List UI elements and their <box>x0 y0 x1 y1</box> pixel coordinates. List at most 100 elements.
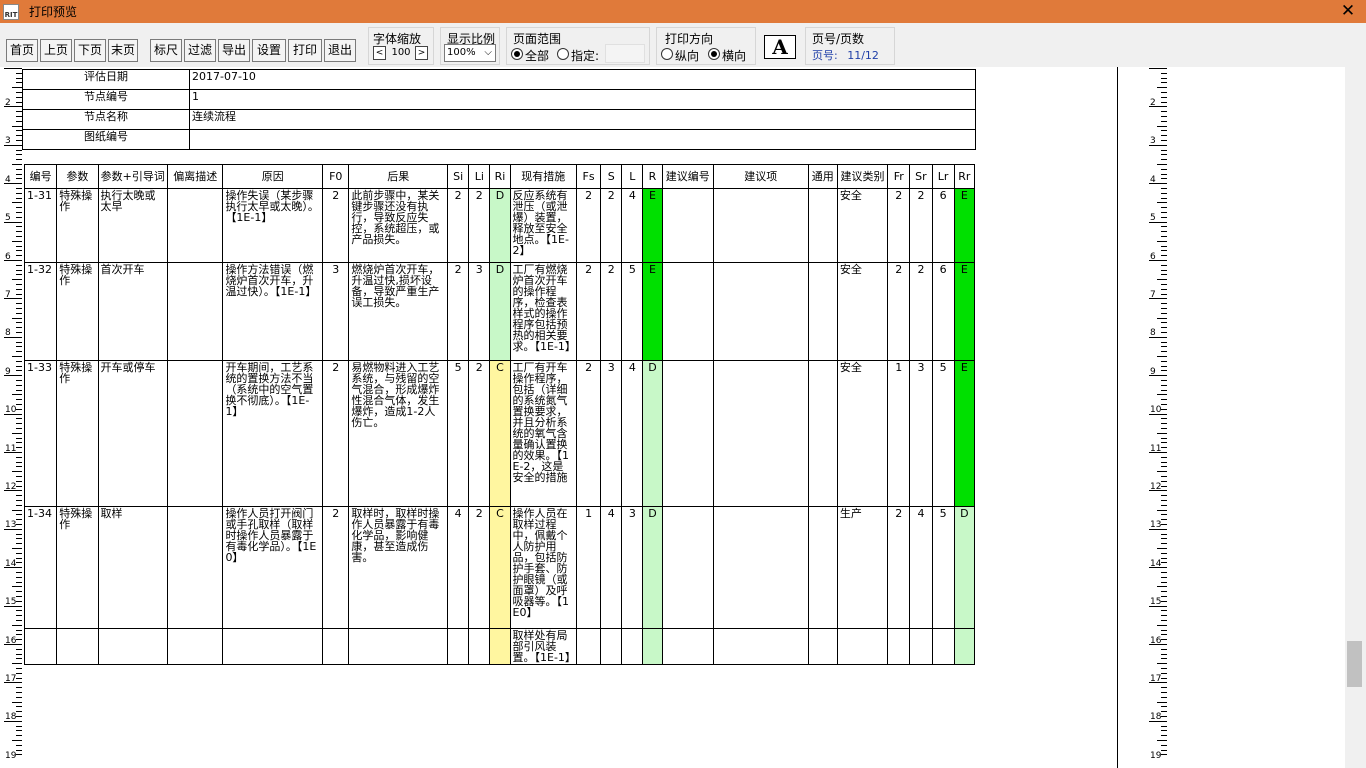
font-zoom-value[interactable]: 100 <box>387 45 415 61</box>
ruler-tick <box>1161 399 1167 401</box>
ruler-tick <box>1149 183 1167 185</box>
orientation-group: 打印方向 纵向 横向 <box>656 27 756 65</box>
cell-si: 4 <box>447 506 470 629</box>
ruler-tick <box>1157 317 1167 319</box>
cell-sug_id <box>661 188 714 263</box>
column-header: 编号 <box>23 164 58 189</box>
print-button[interactable]: 打印 <box>288 39 322 62</box>
page-range-all-radio[interactable] <box>511 48 523 60</box>
info-value: 1 <box>189 89 976 110</box>
page-info-label: 页号: <box>812 49 838 62</box>
cell-si: 2 <box>447 188 470 263</box>
ruler-tick <box>1161 519 1167 521</box>
exit-button[interactable]: 退出 <box>324 39 356 62</box>
ruler-tick <box>1161 706 1167 708</box>
ruler-button[interactable]: 标尺 <box>150 39 182 62</box>
ruler-tick <box>1149 490 1167 492</box>
title-bar: RIT 打印预览 ✕ <box>0 0 1366 23</box>
ruler-tick <box>1161 696 1167 698</box>
export-button[interactable]: 导出 <box>218 39 250 62</box>
table-row-continuation: 取样处有局部引风装置。【1E-1】 <box>23 628 976 665</box>
landscape-radio[interactable] <box>708 48 720 60</box>
vertical-scrollbar[interactable] <box>1345 67 1366 768</box>
ruler-tick <box>1161 615 1167 617</box>
cell-guide: 首次开车 <box>97 262 169 361</box>
ruler-tick <box>1161 188 1167 189</box>
font-icon[interactable]: A <box>764 35 796 59</box>
ruler-tick <box>1161 687 1167 689</box>
page-info-group: 页号/页数 页号: 11/12 <box>805 27 895 65</box>
window-title: 打印预览 <box>29 5 78 19</box>
page-range-specify-radio[interactable] <box>557 48 569 60</box>
ruler-tick <box>4 720 22 722</box>
prev-page-button[interactable]: 上页 <box>40 39 72 62</box>
ruler-tick <box>1161 288 1167 290</box>
ruler-tick <box>1161 423 1167 425</box>
display-ratio-select[interactable]: 100% ⌵ <box>444 44 496 62</box>
ruler-tick <box>1157 624 1167 626</box>
first-page-button[interactable]: 首页 <box>6 39 38 62</box>
cell-cat <box>836 628 889 665</box>
landscape-label: 横向 <box>722 49 747 63</box>
ruler-tick <box>1161 634 1167 636</box>
cell-conseq: 易燃物料进入工艺系统，与残留的空气混合，形成爆炸性混合气体，发生爆炸，造成1-2… <box>348 360 449 507</box>
info-value: 2017-07-10 <box>189 69 976 90</box>
ruler-tick <box>1149 682 1167 684</box>
page-range-input[interactable] <box>605 44 645 63</box>
column-header: Ri <box>489 164 511 189</box>
ruler-tick <box>1161 341 1167 343</box>
ruler-tick <box>1161 365 1167 367</box>
next-page-button[interactable]: 下页 <box>74 39 106 62</box>
ruler-tick <box>1161 653 1167 655</box>
ruler-tick <box>1161 303 1167 305</box>
filter-button[interactable]: 过滤 <box>184 39 216 62</box>
print-preview-area[interactable]: 2 3 4 5 6 7 8 9 10 11 12 13 14 15 16 17 18 19 评估日期 2017-07… <box>0 67 1366 768</box>
cell-ri: D <box>489 262 511 361</box>
ruler-tick <box>4 452 22 453</box>
ruler-tick <box>1161 730 1167 732</box>
cell-dev <box>167 506 224 629</box>
cell-r: D <box>642 360 663 507</box>
cell-sug_id <box>661 262 714 361</box>
ruler-tick <box>12 317 22 319</box>
cell-conseq: 取样时，取样时操作人员暴露于有毒化学品，影响健康，甚至造成伤害。 <box>348 506 449 629</box>
cell-common <box>807 262 838 361</box>
ruler-tick <box>1161 101 1167 103</box>
ruler-tick <box>1161 610 1167 612</box>
ruler-number: 19 <box>5 750 17 761</box>
ruler-tick <box>1149 720 1167 722</box>
last-page-button[interactable]: 末页 <box>108 39 138 62</box>
font-zoom-decrease-button[interactable]: < <box>373 46 386 60</box>
cell-lr: 6 <box>931 188 955 263</box>
portrait-radio[interactable] <box>661 48 673 60</box>
ruler-tick <box>12 471 22 473</box>
close-button[interactable]: ✕ <box>1340 1 1356 21</box>
ruler-tick <box>4 490 22 492</box>
settings-button[interactable]: 设置 <box>252 39 286 62</box>
cell-lr <box>931 628 955 665</box>
ruler-tick <box>12 394 22 396</box>
column-header: Li <box>468 164 491 189</box>
ruler-tick <box>1161 711 1167 713</box>
cell-si <box>447 628 470 665</box>
ruler-tick <box>12 240 22 242</box>
cell-fs: 2 <box>575 360 602 507</box>
font-zoom-increase-button[interactable]: > <box>415 46 428 60</box>
ruler-tick <box>1149 298 1167 300</box>
column-header: S <box>600 164 623 189</box>
ruler-tick <box>1161 351 1167 353</box>
info-row: 节点编号 1 <box>22 89 976 110</box>
info-label: 评估日期 <box>22 69 190 90</box>
toolbar: 首页 上页 下页 末页 标尺 过滤 导出 设置 打印 退出 字体缩放 < 100… <box>0 23 1366 67</box>
cell-s: 3 <box>600 360 623 507</box>
cell-r <box>642 628 663 665</box>
ruler-tick <box>12 509 22 511</box>
column-header: 后果 <box>348 164 449 189</box>
cell-fr: 2 <box>887 188 911 263</box>
ruler-tick <box>12 548 22 549</box>
column-header: 参数+引导词 <box>97 164 169 189</box>
scrollbar-thumb[interactable] <box>1347 641 1362 687</box>
ruler-tick <box>1157 432 1167 434</box>
ruler-tick <box>1161 677 1167 679</box>
column-header: Fs <box>575 164 602 189</box>
